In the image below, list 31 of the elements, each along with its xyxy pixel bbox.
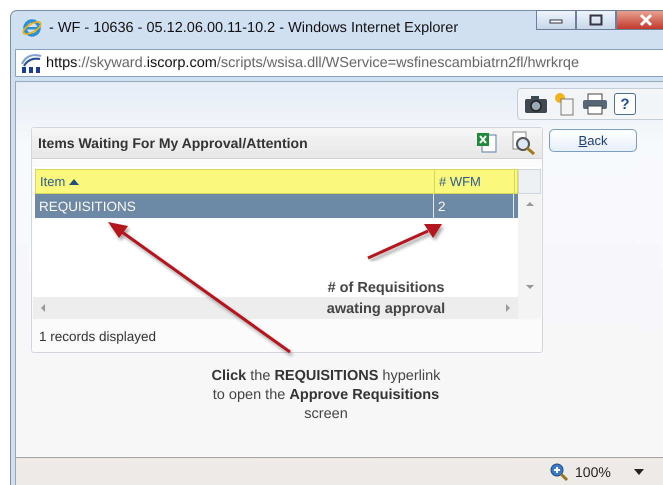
instruction-caption: Click the REQUISITIONS hyperlink to open the Approve Requisitions screen <box>210 367 442 424</box>
window-title: - WF - 10636 - 05.12.06.00.11-10.2 - Windows Internet Explorer <box>49 20 458 36</box>
caret-icon[interactable] <box>632 468 645 476</box>
vertical-scrollbar[interactable] <box>518 194 541 297</box>
print-icon[interactable] <box>582 93 608 115</box>
callout-label: # of Requisitions awating approval <box>326 279 446 319</box>
table-row[interactable]: REQUISITIONS 2 <box>35 194 518 218</box>
document-search-icon[interactable] <box>510 131 536 155</box>
close-button[interactable] <box>616 10 663 30</box>
spreadsheet-icon[interactable] <box>476 132 498 154</box>
table-cell: 2 <box>434 194 514 218</box>
back-button[interactable]: Back <box>549 129 637 152</box>
panel-title: Items Waiting For My Approval/Attention <box>38 135 309 151</box>
maximize-icon <box>589 14 603 26</box>
minimize-button[interactable] <box>536 10 576 30</box>
horizontal-scrollbar[interactable] <box>33 297 518 319</box>
url-text: https://skyward.iscorp.com/scripts/wsisa.dll/WService=wsfinescambiatrn2fl/hwrkrqe <box>46 55 580 71</box>
camera-icon[interactable] <box>524 94 548 114</box>
site-logo-icon <box>20 52 42 74</box>
clipboard-icon[interactable] <box>554 92 576 116</box>
address-bar[interactable]: https://skyward.iscorp.com/scripts/wsisa.dll/WService=wsfinescambiatrn2fl/hwrkrqe <box>15 49 663 77</box>
item-link[interactable]: REQUISITIONS <box>35 194 434 218</box>
zoom-level[interactable]: 100% <box>575 464 611 480</box>
zoom-icon[interactable] <box>549 462 569 482</box>
browser-logo-icon <box>21 17 43 39</box>
close-icon <box>638 13 654 27</box>
column-header[interactable]: Item <box>36 170 435 193</box>
column-header[interactable]: # WFM <box>435 170 515 193</box>
maximize-button[interactable] <box>576 10 616 30</box>
records-count: 1 records displayed <box>38 328 158 346</box>
help-button[interactable]: ? <box>614 93 636 115</box>
